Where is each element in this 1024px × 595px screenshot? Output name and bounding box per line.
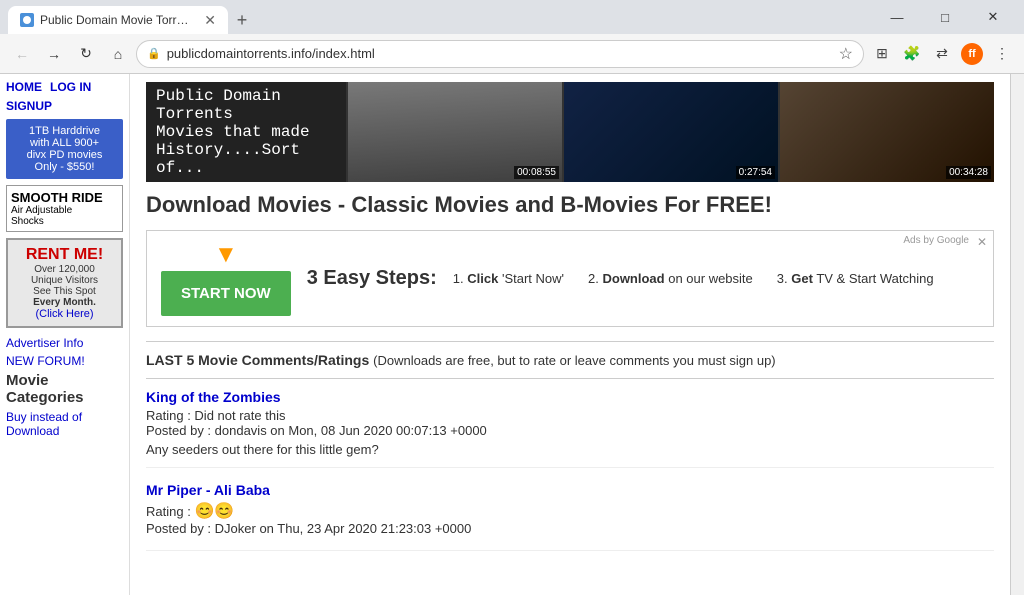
- tab-close-button[interactable]: ✕: [204, 12, 216, 29]
- new-tab-button[interactable]: +: [228, 6, 256, 34]
- arrow-down-icon: ▼: [161, 241, 291, 269]
- url-text: publicdomaintorrents.info/index.html: [167, 46, 833, 61]
- tab-favicon: [20, 13, 34, 27]
- banner-thumb-1: 00:08:55: [346, 82, 562, 182]
- banner-logo: Public Domain Torrents Movies that made …: [146, 82, 346, 182]
- refresh-button[interactable]: ↻: [72, 40, 100, 68]
- ad-strip: Ads by Google ✕ ▼ START NOW 3 Easy Steps…: [146, 230, 994, 327]
- comment2-movie-link[interactable]: Mr Piper - Ali Baba: [146, 482, 994, 498]
- rent-me-click-link[interactable]: (Click Here): [35, 308, 93, 320]
- sidebar-nav: HOME LOG IN SIGNUP: [6, 80, 123, 113]
- ad-close-button[interactable]: ✕: [977, 235, 987, 249]
- comment2-rating: Rating : 😊😊: [146, 501, 994, 521]
- divider: [146, 341, 994, 342]
- comments-note: (Downloads are free, but to rate or leav…: [373, 353, 775, 368]
- tab-title: Public Domain Movie Torrents w...: [40, 13, 194, 27]
- divider2: [146, 378, 994, 379]
- back-button[interactable]: ←: [8, 40, 36, 68]
- smooth-ride-title: SMOOTH RIDE: [11, 190, 118, 205]
- minimize-button[interactable]: —: [874, 1, 920, 33]
- sidebar-signup-link[interactable]: SIGNUP: [6, 99, 52, 113]
- active-tab[interactable]: Public Domain Movie Torrents w... ✕: [8, 6, 228, 34]
- ad-arrow-area: ▼ START NOW: [161, 241, 291, 316]
- rent-me-title: RENT ME!: [14, 246, 115, 264]
- thumb1-time: 00:08:55: [514, 166, 559, 179]
- comment2-posted: Posted by : DJoker on Thu, 23 Apr 2020 2…: [146, 521, 994, 536]
- sync-icon[interactable]: ⇄: [928, 40, 956, 68]
- sidebar-home-link[interactable]: HOME: [6, 80, 42, 95]
- sidebar-login-link[interactable]: LOG IN: [50, 80, 91, 95]
- steps-list: 1. Click 'Start Now' 2. Download on our …: [453, 271, 934, 286]
- smooth-ride-sub2: Shocks: [11, 216, 118, 227]
- thumb2-time: 0:27:54: [736, 166, 775, 179]
- ad-label: Ads by Google: [903, 235, 969, 246]
- bookmark-icon[interactable]: ☆: [839, 44, 853, 64]
- advertiser-info-link[interactable]: Advertiser Info: [6, 336, 123, 350]
- step-3: 3. Get TV & Start Watching: [777, 271, 934, 286]
- banner-thumbnails: 00:08:55 0:27:54 00:34:28: [346, 82, 994, 182]
- home-button[interactable]: ⌂: [104, 40, 132, 68]
- address-bar[interactable]: 🔒 publicdomaintorrents.info/index.html ☆: [136, 40, 864, 68]
- comment1-movie-link[interactable]: King of the Zombies: [146, 389, 994, 405]
- profile-icon[interactable]: ff: [958, 40, 986, 68]
- maximize-button[interactable]: □: [922, 1, 968, 33]
- comment1-rating: Rating : Did not rate this: [146, 408, 994, 423]
- banner-thumb-2: 0:27:54: [562, 82, 778, 182]
- sidebar-rent-me-ad[interactable]: RENT ME! Over 120,000 Unique Visitors Se…: [6, 238, 123, 328]
- step-2: 2. Download on our website: [588, 271, 753, 286]
- extensions-icon[interactable]: 🧩: [898, 40, 926, 68]
- sidebar-ad-harddrive[interactable]: 1TB Harddrive with ALL 900+ divx PD movi…: [6, 119, 123, 179]
- lock-icon: 🔒: [147, 47, 161, 60]
- comment-1: King of the Zombies Rating : Did not rat…: [146, 389, 994, 468]
- step-1: 1. Click 'Start Now': [453, 271, 564, 286]
- sidebar: HOME LOG IN SIGNUP 1TB Harddrive with AL…: [0, 74, 130, 595]
- easy-steps-label: 3 Easy Steps:: [307, 267, 437, 290]
- main-content: Public Domain Torrents Movies that made …: [130, 74, 1010, 595]
- menu-icon[interactable]: ⋮: [988, 40, 1016, 68]
- page-title: Download Movies - Classic Movies and B-M…: [146, 192, 994, 218]
- comments-header: LAST 5 Movie Comments/Ratings (Downloads…: [146, 352, 994, 368]
- new-forum-link[interactable]: NEW FORUM!: [6, 354, 123, 368]
- buy-instead-link[interactable]: Buy instead of Download: [6, 410, 123, 438]
- comment-2: Mr Piper - Ali Baba Rating : 😊😊 Posted b…: [146, 482, 994, 551]
- rent-me-line4: Every Month.: [14, 297, 115, 308]
- forward-button[interactable]: →: [40, 40, 68, 68]
- close-button[interactable]: ✕: [970, 1, 1016, 33]
- profile-avatar: ff: [961, 43, 983, 65]
- thumb3-time: 00:34:28: [946, 166, 991, 179]
- site-banner: Public Domain Torrents Movies that made …: [146, 82, 994, 182]
- banner-subtitle: Movies that made History....Sort of...: [156, 123, 336, 177]
- scrollbar[interactable]: [1010, 74, 1024, 595]
- comment1-posted: Posted by : dondavis on Mon, 08 Jun 2020…: [146, 423, 994, 438]
- comment2-rating-emoji: 😊😊: [194, 503, 234, 520]
- comment1-text: Any seeders out there for this little ge…: [146, 442, 994, 457]
- start-now-button[interactable]: START NOW: [161, 271, 291, 316]
- banner-title: Public Domain Torrents: [156, 87, 336, 123]
- rent-me-line3: See This Spot: [14, 286, 115, 297]
- banner-thumb-3: 00:34:28: [778, 82, 994, 182]
- rent-me-line1: Over 120,000: [14, 264, 115, 275]
- smooth-ride-sub1: Air Adjustable: [11, 205, 118, 216]
- apps-icon[interactable]: ⊞: [868, 40, 896, 68]
- sidebar-smooth-ride-ad[interactable]: SMOOTH RIDE Air Adjustable Shocks: [6, 185, 123, 232]
- rent-me-line2: Unique Visitors: [14, 275, 115, 286]
- movie-categories-heading: Movie Categories: [6, 372, 123, 406]
